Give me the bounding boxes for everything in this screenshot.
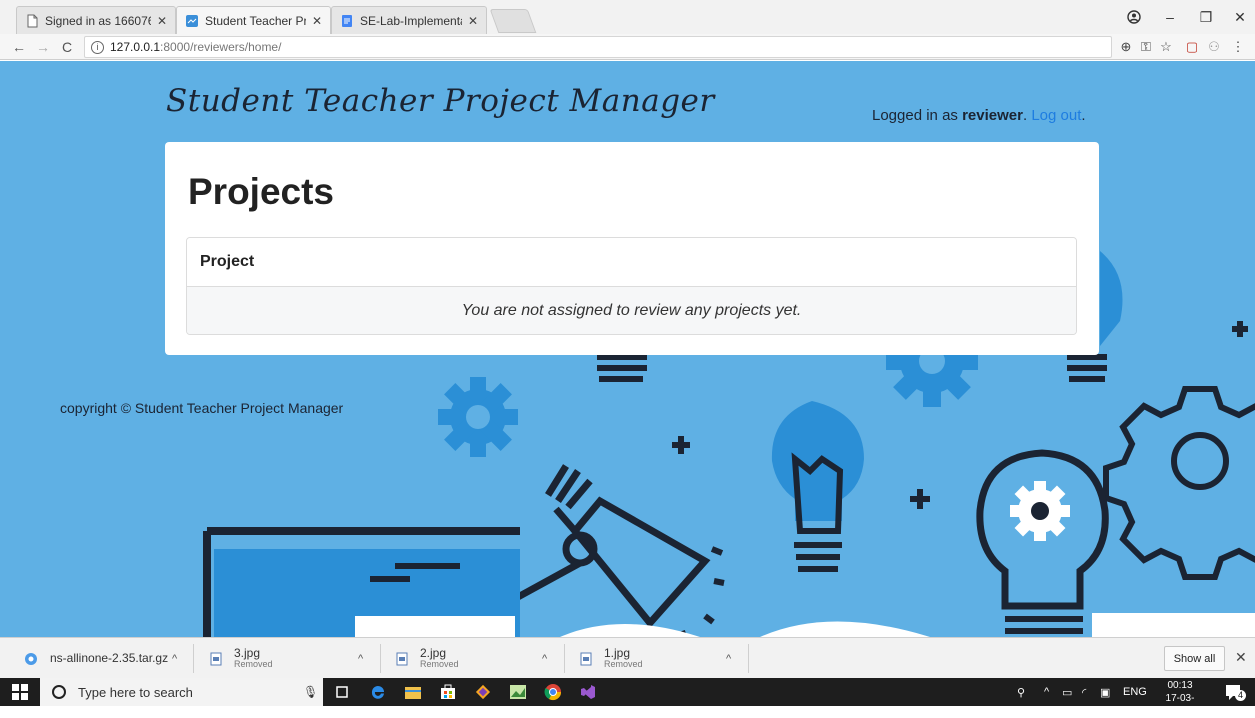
bookmark-star-icon[interactable]: ☆ <box>1156 37 1176 57</box>
copyright-footer: copyright © Student Teacher Project Mana… <box>60 400 344 416</box>
search-placeholder: Type here to search <box>78 684 193 700</box>
close-tab-icon[interactable]: ✕ <box>312 14 322 28</box>
taskbar-search[interactable]: Type here to search 🎙 <box>40 678 323 706</box>
divider <box>380 644 381 673</box>
reload-icon[interactable]: C <box>56 36 78 58</box>
url-path: :8000/reviewers/home/ <box>160 40 282 54</box>
empty-message: You are not assigned to review any proje… <box>187 287 1076 334</box>
projects-card: Projects Project You are not assigned to… <box>165 142 1099 355</box>
table-header-project: Project <box>187 238 1076 287</box>
show-all-button[interactable]: Show all <box>1164 646 1225 671</box>
extension-icon[interactable]: ⚇ <box>1204 37 1224 57</box>
divider <box>748 644 749 673</box>
tab-title: Signed in as 166076 <box>45 13 151 28</box>
close-shelf-icon[interactable]: ✕ <box>1235 649 1247 666</box>
people-icon[interactable]: ⚲ <box>1017 678 1025 706</box>
language-indicator[interactable]: ENG <box>1123 678 1147 706</box>
clock-time: 00:13 <box>1167 680 1193 691</box>
site-title[interactable]: Student Teacher Project Manager <box>166 83 715 119</box>
chrome-icon[interactable] <box>533 678 573 706</box>
chevron-up-icon[interactable]: ^ <box>358 653 363 665</box>
cortana-icon <box>52 685 66 699</box>
close-tab-icon[interactable]: ✕ <box>468 14 478 28</box>
new-tab-button[interactable] <box>489 9 537 33</box>
image-file-icon <box>396 652 408 665</box>
git-app-icon[interactable] <box>463 678 503 706</box>
chevron-up-icon[interactable]: ^ <box>542 653 547 665</box>
logout-link[interactable]: Log out <box>1031 107 1081 124</box>
visual-studio-icon[interactable] <box>568 678 608 706</box>
download-item[interactable]: 1.jpg Removed ^ <box>580 638 731 679</box>
url-host: 127.0.0.1 <box>110 40 161 54</box>
browser-tab-strip: Signed in as 166076 ✕ Student Teacher Pr… <box>0 0 1255 34</box>
download-shelf: ns-allinone-2.35.tar.gz ^ 3.jpg Removed ^… <box>0 637 1255 678</box>
minimize-icon[interactable]: – <box>1150 0 1190 34</box>
windows-taskbar: Type here to search 🎙 ⚲ ^ ▭ ◜ ▣ ENG 00:1… <box>0 678 1255 717</box>
tab-title: Student Teacher Project <box>205 13 306 28</box>
divider <box>564 644 565 673</box>
chevron-up-icon[interactable]: ^ <box>1044 678 1049 706</box>
download-status: Removed <box>234 658 273 669</box>
chevron-up-icon[interactable]: ^ <box>172 653 177 665</box>
tab-title: SE-Lab-Implementation- <box>360 13 462 28</box>
chevron-up-icon[interactable]: ^ <box>726 653 731 665</box>
username: reviewer <box>962 107 1023 124</box>
download-filename: ns-allinone-2.35.tar.gz <box>50 651 169 665</box>
store-icon[interactable] <box>428 678 468 706</box>
close-window-icon[interactable]: ✕ <box>1220 0 1255 34</box>
clock[interactable]: 00:13 17-03-2018 <box>1157 679 1203 718</box>
download-status: Removed <box>604 658 643 669</box>
login-end: . <box>1081 107 1086 124</box>
zoom-icon[interactable]: ⊕ <box>1116 37 1136 57</box>
info-icon[interactable]: i <box>91 40 104 54</box>
download-item[interactable]: 3.jpg Removed ^ <box>210 638 363 679</box>
image-file-icon <box>580 652 592 665</box>
image-editor-icon[interactable] <box>498 678 538 706</box>
battery-icon[interactable]: ▭ <box>1062 678 1072 706</box>
projects-table: Project You are not assigned to review a… <box>186 237 1077 335</box>
edge-icon[interactable] <box>358 678 398 706</box>
download-status: Removed <box>420 658 459 669</box>
tab-signed-in[interactable]: Signed in as 166076 ✕ <box>16 6 176 34</box>
windows-start-icon[interactable] <box>0 678 40 706</box>
menu-icon[interactable]: ⋮ <box>1228 37 1248 57</box>
download-item[interactable]: ns-allinone-2.35.tar.gz ^ <box>24 638 177 679</box>
task-view-icon[interactable] <box>322 678 362 706</box>
profile-icon[interactable] <box>1114 0 1154 34</box>
address-bar[interactable]: i 127.0.0.1:8000/reviewers/home/ <box>84 36 1112 58</box>
forward-icon[interactable]: → <box>32 36 54 58</box>
wifi-icon[interactable]: ◜ <box>1082 678 1086 706</box>
tab-se-lab[interactable]: SE-Lab-Implementation- ✕ <box>331 6 487 34</box>
notification-center-icon[interactable]: 4 <box>1213 678 1253 706</box>
volume-icon[interactable]: ▣ <box>1100 678 1110 706</box>
google-docs-icon <box>342 14 352 27</box>
page-content: Student Teacher Project Manager Logged i… <box>0 61 1255 637</box>
back-icon[interactable]: ← <box>8 36 30 58</box>
notification-count: 4 <box>1235 690 1246 701</box>
login-prefix: Logged in as <box>872 107 963 124</box>
key-icon[interactable]: ⚿ <box>1136 37 1156 57</box>
close-tab-icon[interactable]: ✕ <box>157 14 167 28</box>
browser-toolbar: ← → C i 127.0.0.1:8000/reviewers/home/ ⊕… <box>0 34 1255 60</box>
chrome-file-icon <box>25 652 37 665</box>
login-status: Logged in as reviewer. Log out. <box>872 107 1086 124</box>
clock-date: 17-03-2018 <box>1165 693 1195 717</box>
download-filename: 3.jpg <box>234 645 261 660</box>
microphone-icon[interactable]: 🎙 <box>303 685 318 699</box>
download-item[interactable]: 2.jpg Removed ^ <box>396 638 547 679</box>
download-filename: 2.jpg <box>420 645 447 660</box>
site-favicon-icon <box>186 14 198 27</box>
tab-student-teacher[interactable]: Student Teacher Project ✕ <box>176 6 331 34</box>
pocket-extension-icon[interactable]: ▢ <box>1182 37 1202 57</box>
document-icon <box>27 14 38 27</box>
image-file-icon <box>210 652 222 665</box>
download-filename: 1.jpg <box>604 645 631 660</box>
page-title: Projects <box>188 171 335 212</box>
file-explorer-icon[interactable] <box>393 678 433 706</box>
divider <box>193 644 194 673</box>
